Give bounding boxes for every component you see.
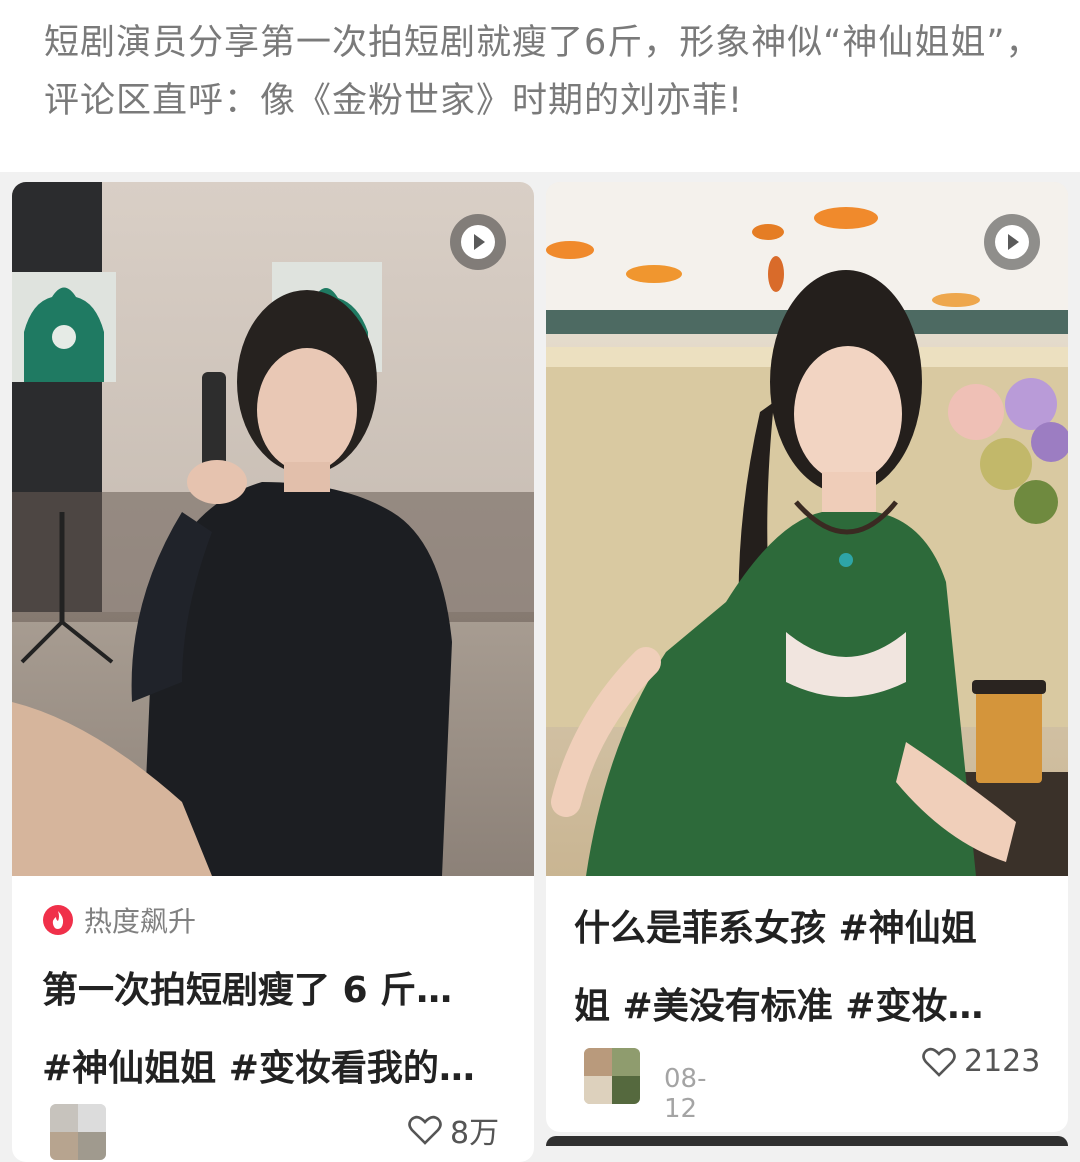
card-title[interactable]: 第一次拍短剧瘦了 6 斤… #神仙姐姐 #变妆看我的… — [42, 952, 512, 1108]
avatar[interactable] — [584, 1048, 640, 1104]
like-count: 8万 — [450, 1116, 500, 1151]
like-button[interactable]: 2123 — [922, 1044, 1040, 1079]
thumbnail-image — [546, 182, 1068, 876]
play-button[interactable] — [450, 214, 506, 270]
avatar-image — [50, 1104, 106, 1160]
card-title[interactable]: 什么是菲系女孩 #神仙姐 姐 #美没有标准 #变妆… — [574, 890, 1044, 1046]
like-count: 2123 — [964, 1044, 1041, 1079]
video-thumbnail-1[interactable] — [12, 182, 534, 876]
video-card-1[interactable]: 热度飙升 第一次拍短剧瘦了 6 斤… #神仙姐姐 #变妆看我的… 8万 — [12, 182, 534, 1162]
hot-badge-label: 热度飙升 — [84, 905, 197, 938]
avatar[interactable] — [50, 1104, 106, 1160]
heart-icon — [408, 1115, 442, 1145]
post-date: 08-12 — [664, 1064, 707, 1124]
play-icon — [995, 225, 1029, 259]
like-button[interactable]: 8万 — [408, 1108, 499, 1152]
next-card-preview[interactable] — [546, 1136, 1068, 1146]
article-title: 短剧演员分享第一次拍短剧就瘦了6斤，形象神似“神仙姐姐”，评论区直呼：像《金粉世… — [44, 23, 1042, 121]
card-title-line: 什么是菲系女孩 #神仙姐 — [574, 908, 977, 949]
video-thumbnail-2[interactable] — [546, 182, 1068, 876]
article-header: 短剧演员分享第一次拍短剧就瘦了6斤，形象神似“神仙姐姐”，评论区直呼：像《金粉世… — [0, 0, 1080, 172]
avatar-image — [584, 1048, 640, 1104]
card-title-line: 姐 #美没有标准 #变妆… — [574, 986, 984, 1027]
flame-icon — [43, 905, 73, 935]
thumbnail-image — [12, 182, 534, 876]
hot-badge: 热度飙升 — [42, 900, 196, 940]
card-title-line: #神仙姐姐 #变妆看我的… — [42, 1048, 475, 1089]
play-icon — [461, 225, 495, 259]
heart-icon — [922, 1047, 956, 1077]
play-button[interactable] — [984, 214, 1040, 270]
video-card-2[interactable]: 什么是菲系女孩 #神仙姐 姐 #美没有标准 #变妆… 08-12 2123 — [546, 182, 1068, 1132]
card-title-line: 第一次拍短剧瘦了 6 斤… — [42, 970, 453, 1011]
